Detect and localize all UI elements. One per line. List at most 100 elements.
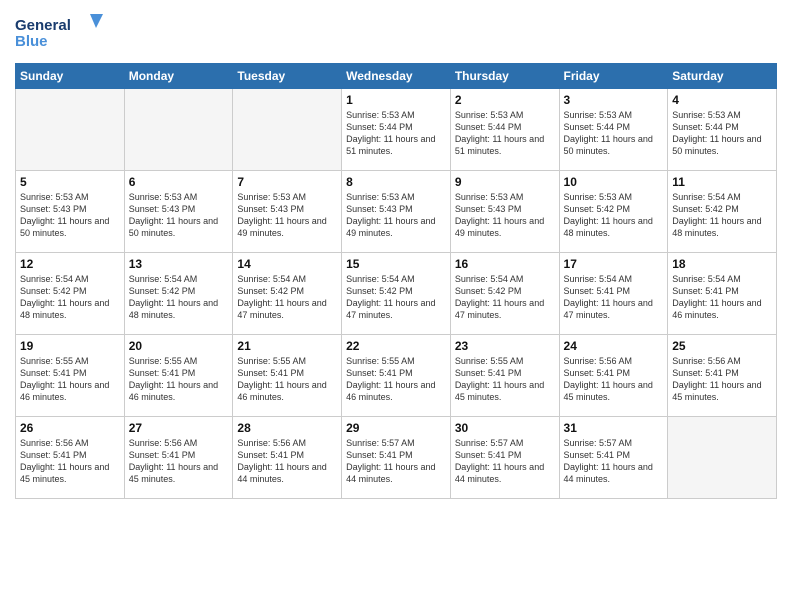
day-number: 3 xyxy=(564,93,664,107)
cell-info: Sunrise: 5:56 AMSunset: 5:41 PMDaylight:… xyxy=(237,437,337,486)
cell-info: Sunrise: 5:54 AMSunset: 5:41 PMDaylight:… xyxy=(564,273,664,322)
calendar-header-row: SundayMondayTuesdayWednesdayThursdayFrid… xyxy=(16,64,777,89)
day-number: 17 xyxy=(564,257,664,271)
calendar-cell: 5Sunrise: 5:53 AMSunset: 5:43 PMDaylight… xyxy=(16,171,125,253)
calendar-cell: 8 Sunrise: 5:53 AMSunset: 5:43 PMDaylight… xyxy=(342,171,451,253)
day-header-wednesday: Wednesday xyxy=(342,64,451,89)
calendar-cell: 24 Sunrise: 5:56 AMSunset: 5:41 PMDayligh… xyxy=(559,335,668,417)
day-header-saturday: Saturday xyxy=(668,64,777,89)
calendar-cell: 18 Sunrise: 5:54 AMSunset: 5:41 PMDayligh… xyxy=(668,253,777,335)
day-number: 19 xyxy=(20,339,120,353)
cell-info: Sunrise: 5:54 AMSunset: 5:42 PMDaylight:… xyxy=(455,273,555,322)
calendar-cell: 16 Sunrise: 5:54 AMSunset: 5:42 PMDayligh… xyxy=(450,253,559,335)
calendar-cell: 2 Sunrise: 5:53 AMSunset: 5:44 PMDaylight… xyxy=(450,89,559,171)
calendar-cell: 26 Sunrise: 5:56 AMSunset: 5:41 PMDayligh… xyxy=(16,417,125,499)
calendar-cell: 9Sunrise: 5:53 AMSunset: 5:43 PMDaylight… xyxy=(450,171,559,253)
day-header-monday: Monday xyxy=(124,64,233,89)
cell-info: Sunrise: 5:56 AMSunset: 5:41 PMDaylight:… xyxy=(672,355,772,404)
calendar-cell: 22 Sunrise: 5:55 AMSunset: 5:41 PMDayligh… xyxy=(342,335,451,417)
day-number: 7 xyxy=(237,175,337,189)
cell-info: Sunrise: 5:54 AMSunset: 5:41 PMDaylight:… xyxy=(672,273,772,322)
cell-info: Sunrise: 5:54 AMSunset: 5:42 PMDaylight:… xyxy=(237,273,337,322)
cell-info: Sunrise: 5:53 AMSunset: 5:42 PMDaylight:… xyxy=(564,191,664,240)
cell-info: Sunrise: 5:53 AMSunset: 5:43 PMDaylight:… xyxy=(20,191,120,240)
calendar-cell: 31Sunrise: 5:57 AMSunset: 5:41 PMDayligh… xyxy=(559,417,668,499)
cell-info: Sunrise: 5:53 AMSunset: 5:44 PMDaylight:… xyxy=(346,109,446,158)
calendar-cell: 4 Sunrise: 5:53 AMSunset: 5:44 PMDaylight… xyxy=(668,89,777,171)
day-number: 25 xyxy=(672,339,772,353)
calendar-cell: 27Sunrise: 5:56 AMSunset: 5:41 PMDayligh… xyxy=(124,417,233,499)
day-number: 31 xyxy=(564,421,664,435)
calendar-cell: 6Sunrise: 5:53 AMSunset: 5:43 PMDaylight… xyxy=(124,171,233,253)
day-header-friday: Friday xyxy=(559,64,668,89)
day-header-tuesday: Tuesday xyxy=(233,64,342,89)
calendar-table: SundayMondayTuesdayWednesdayThursdayFrid… xyxy=(15,63,777,499)
calendar-cell: 29 Sunrise: 5:57 AMSunset: 5:41 PMDayligh… xyxy=(342,417,451,499)
day-number: 16 xyxy=(455,257,555,271)
day-number: 4 xyxy=(672,93,772,107)
day-number: 9 xyxy=(455,175,555,189)
calendar-cell: 19 Sunrise: 5:55 AMSunset: 5:41 PMDayligh… xyxy=(16,335,125,417)
day-number: 8 xyxy=(346,175,446,189)
cell-info: Sunrise: 5:54 AMSunset: 5:42 PMDaylight:… xyxy=(672,191,772,240)
calendar-cell: 21Sunrise: 5:55 AMSunset: 5:41 PMDayligh… xyxy=(233,335,342,417)
calendar-cell: 17 Sunrise: 5:54 AMSunset: 5:41 PMDayligh… xyxy=(559,253,668,335)
day-header-thursday: Thursday xyxy=(450,64,559,89)
calendar-cell xyxy=(233,89,342,171)
day-number: 1 xyxy=(346,93,446,107)
day-number: 12 xyxy=(20,257,120,271)
svg-text:General: General xyxy=(15,17,71,34)
cell-info: Sunrise: 5:53 AMSunset: 5:43 PMDaylight:… xyxy=(346,191,446,240)
logo: General Blue xyxy=(15,10,105,55)
cell-info: Sunrise: 5:57 AMSunset: 5:41 PMDaylight:… xyxy=(346,437,446,486)
calendar-cell: 1 Sunrise: 5:53 AMSunset: 5:44 PMDaylight… xyxy=(342,89,451,171)
calendar-cell: 20Sunrise: 5:55 AMSunset: 5:41 PMDayligh… xyxy=(124,335,233,417)
cell-info: Sunrise: 5:55 AMSunset: 5:41 PMDaylight:… xyxy=(455,355,555,404)
header: General Blue xyxy=(15,10,777,55)
day-number: 10 xyxy=(564,175,664,189)
day-number: 29 xyxy=(346,421,446,435)
calendar-cell: 7 Sunrise: 5:53 AMSunset: 5:43 PMDaylight… xyxy=(233,171,342,253)
cell-info: Sunrise: 5:53 AMSunset: 5:44 PMDaylight:… xyxy=(455,109,555,158)
day-number: 13 xyxy=(129,257,229,271)
week-row-1: 1 Sunrise: 5:53 AMSunset: 5:44 PMDaylight… xyxy=(16,89,777,171)
calendar-cell: 12Sunrise: 5:54 AMSunset: 5:42 PMDayligh… xyxy=(16,253,125,335)
calendar-cell: 30Sunrise: 5:57 AMSunset: 5:41 PMDayligh… xyxy=(450,417,559,499)
cell-info: Sunrise: 5:55 AMSunset: 5:41 PMDaylight:… xyxy=(346,355,446,404)
cell-info: Sunrise: 5:56 AMSunset: 5:41 PMDaylight:… xyxy=(20,437,120,486)
day-number: 23 xyxy=(455,339,555,353)
week-row-3: 12 Sunrise: 5:54 AMSunset: 5:42 PMDayligh… xyxy=(16,253,777,335)
svg-text:Blue: Blue xyxy=(15,33,48,50)
day-number: 27 xyxy=(129,421,229,435)
calendar-cell: 11Sunrise: 5:54 AMSunset: 5:42 PMDayligh… xyxy=(668,171,777,253)
cell-info: Sunrise: 5:53 AMSunset: 5:43 PMDaylight:… xyxy=(237,191,337,240)
day-number: 15 xyxy=(346,257,446,271)
day-number: 26 xyxy=(20,421,120,435)
week-row-2: 5Sunrise: 5:53 AMSunset: 5:43 PMDaylight… xyxy=(16,171,777,253)
logo-svg: General Blue xyxy=(15,10,105,55)
cell-info: Sunrise: 5:55 AMSunset: 5:41 PMDaylight:… xyxy=(129,355,229,404)
calendar-cell: 25 Sunrise: 5:56 AMSunset: 5:41 PMDayligh… xyxy=(668,335,777,417)
day-number: 22 xyxy=(346,339,446,353)
day-number: 28 xyxy=(237,421,337,435)
cell-info: Sunrise: 5:56 AMSunset: 5:41 PMDaylight:… xyxy=(564,355,664,404)
cell-info: Sunrise: 5:53 AMSunset: 5:44 PMDaylight:… xyxy=(564,109,664,158)
week-row-4: 19 Sunrise: 5:55 AMSunset: 5:41 PMDayligh… xyxy=(16,335,777,417)
day-number: 24 xyxy=(564,339,664,353)
cell-info: Sunrise: 5:55 AMSunset: 5:41 PMDaylight:… xyxy=(20,355,120,404)
day-number: 30 xyxy=(455,421,555,435)
calendar-cell: 14Sunrise: 5:54 AMSunset: 5:42 PMDayligh… xyxy=(233,253,342,335)
calendar-body: 1 Sunrise: 5:53 AMSunset: 5:44 PMDaylight… xyxy=(16,89,777,499)
day-number: 18 xyxy=(672,257,772,271)
calendar-cell: 15Sunrise: 5:54 AMSunset: 5:42 PMDayligh… xyxy=(342,253,451,335)
cell-info: Sunrise: 5:54 AMSunset: 5:42 PMDaylight:… xyxy=(129,273,229,322)
day-header-sunday: Sunday xyxy=(16,64,125,89)
cell-info: Sunrise: 5:53 AMSunset: 5:44 PMDaylight:… xyxy=(672,109,772,158)
day-number: 6 xyxy=(129,175,229,189)
calendar-cell: 28 Sunrise: 5:56 AMSunset: 5:41 PMDayligh… xyxy=(233,417,342,499)
day-number: 2 xyxy=(455,93,555,107)
calendar-cell: 13 Sunrise: 5:54 AMSunset: 5:42 PMDayligh… xyxy=(124,253,233,335)
calendar-page: General Blue SundayMondayTuesdayWednesda… xyxy=(0,0,792,612)
calendar-cell xyxy=(16,89,125,171)
calendar-cell: 23 Sunrise: 5:55 AMSunset: 5:41 PMDayligh… xyxy=(450,335,559,417)
